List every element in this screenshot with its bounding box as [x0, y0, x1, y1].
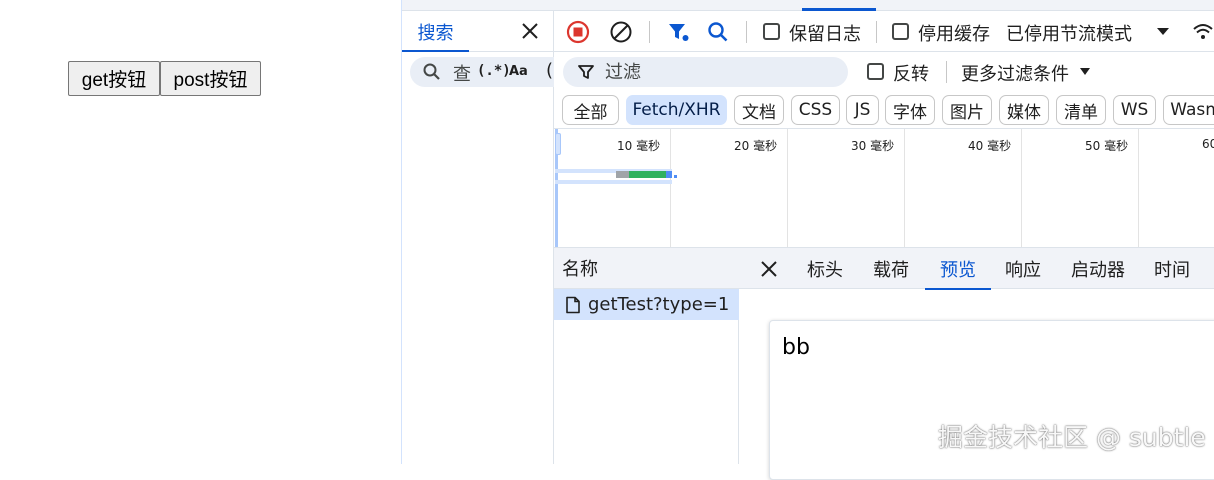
tab-payload[interactable]: 载荷: [871, 248, 911, 289]
timeline-tick-label: 30 毫秒: [851, 139, 895, 153]
search-panel: 搜索 查 (.*) Aa (: [402, 11, 554, 464]
request-list: 名称 getTest?type=1: [554, 248, 739, 464]
request-row[interactable]: getTest?type=1: [554, 289, 739, 320]
tab-timing[interactable]: 时间: [1152, 248, 1192, 289]
tab-response[interactable]: 响应: [1003, 248, 1043, 289]
preserve-log-checkbox[interactable]: [763, 23, 780, 40]
wifi-icon[interactable]: [1191, 20, 1214, 44]
disable-cache-checkbox[interactable]: [892, 23, 909, 40]
timeline-gridline: [1021, 129, 1022, 247]
filter-row: 反转 更多过滤条件: [554, 52, 1214, 92]
get-button[interactable]: get按钮: [68, 61, 160, 96]
request-waiting-bar: [616, 171, 629, 178]
chevron-down-icon[interactable]: [1073, 59, 1097, 83]
filter-chip-css[interactable]: CSS: [791, 95, 840, 125]
search-query-text: 查: [453, 64, 471, 85]
network-toolbar: 保留日志 停用缓存 已停用节流模式: [554, 11, 1214, 52]
filter-chip-wasm[interactable]: Wasm: [1163, 95, 1214, 125]
timeline-selection-band: [555, 180, 672, 184]
invert-label: 反转: [893, 64, 929, 85]
tab-headers[interactable]: 标头: [805, 248, 845, 289]
toolbar-divider: [649, 21, 650, 43]
filter-chip-all[interactable]: 全部: [562, 95, 619, 125]
post-button[interactable]: post按钮: [160, 61, 261, 96]
devtools-tabstrip: [402, 0, 1214, 11]
search-more-option[interactable]: (: [546, 60, 553, 81]
timeline-gridline: [904, 129, 905, 247]
request-name: getTest?type=1: [588, 294, 730, 315]
regex-toggle[interactable]: (.*): [477, 63, 511, 79]
network-panel: 保留日志 停用缓存 已停用节流模式 反转 更多过滤条件: [554, 11, 1214, 480]
preview-body-text: bb: [782, 335, 810, 360]
search-icon: [422, 62, 442, 86]
resource-type-filters: 全部 Fetch/XHR 文档 CSS JS 字体 图片 媒体 清单 WS Wa…: [554, 92, 1214, 129]
filter-chip-ws[interactable]: WS: [1113, 95, 1156, 125]
request-end-marker: [674, 175, 677, 178]
more-filters-button[interactable]: 更多过滤条件: [961, 60, 1069, 86]
tab-underline: [402, 50, 469, 52]
preserve-log-label: 保留日志: [789, 24, 861, 45]
preview-content: bb: [769, 320, 1214, 480]
timeline-gridline: [787, 129, 788, 247]
close-icon[interactable]: [518, 19, 542, 43]
tab-search-label: 搜索: [417, 22, 454, 44]
filter-chip-media[interactable]: 媒体: [999, 95, 1049, 125]
toolbar-divider: [946, 61, 947, 83]
toolbar-divider: [876, 21, 877, 43]
filter-chip-img[interactable]: 图片: [942, 95, 992, 125]
tab-initiator[interactable]: 启动器: [1068, 248, 1128, 289]
request-receiving-bar: [666, 171, 672, 178]
throttling-select[interactable]: 已停用节流模式: [1006, 20, 1132, 46]
filter-icon[interactable]: [666, 20, 690, 44]
tab-preview[interactable]: 预览: [925, 248, 991, 290]
filter-chip-js[interactable]: JS: [846, 95, 879, 125]
chevron-down-icon[interactable]: [1151, 20, 1175, 44]
tab-search[interactable]: 搜索: [402, 11, 469, 52]
timeline-tick-label: 50 毫秒: [1085, 139, 1129, 153]
invert-checkbox[interactable]: [867, 63, 884, 80]
timeline-tick-label: 60: [1202, 137, 1214, 151]
stop-recording-icon[interactable]: [566, 20, 590, 44]
filter-chip-fetch-xhr[interactable]: Fetch/XHR: [626, 95, 727, 125]
filter-box[interactable]: [563, 57, 848, 87]
disable-cache-label: 停用缓存: [918, 24, 990, 45]
page-viewport: get按钮 post按钮: [0, 0, 401, 464]
search-input-row[interactable]: 查 (.*) Aa (: [410, 57, 554, 87]
filter-chip-font[interactable]: 字体: [885, 95, 935, 125]
detail-tabs: 标头 载荷 预览 响应 启动器 时间: [739, 248, 1214, 290]
filter-input[interactable]: [603, 60, 833, 84]
toolbar-divider: [746, 21, 747, 43]
search-panel-header: 搜索: [402, 11, 554, 52]
timeline-tick-label: 20 毫秒: [734, 139, 778, 153]
document-icon: [564, 296, 582, 314]
timeline-overview[interactable]: 10 毫秒 20 毫秒 30 毫秒 40 毫秒 50 毫秒 60: [554, 128, 1214, 248]
case-sensitive-toggle[interactable]: Aa: [509, 64, 528, 79]
watermark: 掘金技术社区 @ subtle: [938, 423, 1206, 452]
timeline-gridline: [1138, 129, 1139, 247]
clear-icon[interactable]: [609, 20, 633, 44]
column-header-name[interactable]: 名称: [554, 248, 739, 289]
close-icon[interactable]: [757, 257, 781, 281]
filter-chip-manifest[interactable]: 清单: [1056, 95, 1106, 125]
search-icon[interactable]: [706, 20, 730, 44]
filter-chip-doc[interactable]: 文档: [734, 95, 784, 125]
request-download-bar: [629, 171, 666, 178]
devtools-panel: 搜索 查 (.*) Aa (保留日志 停用缓存 已停用节流模式 过滤 反转 更…: [401, 0, 1214, 480]
timeline-gridline: [670, 129, 671, 247]
timeline-tick-label: 10 毫秒: [617, 139, 661, 153]
overview-grab-handle[interactable]: [555, 133, 561, 155]
filter-funnel-icon: [577, 63, 595, 85]
timeline-tick-label: 40 毫秒: [968, 139, 1012, 153]
